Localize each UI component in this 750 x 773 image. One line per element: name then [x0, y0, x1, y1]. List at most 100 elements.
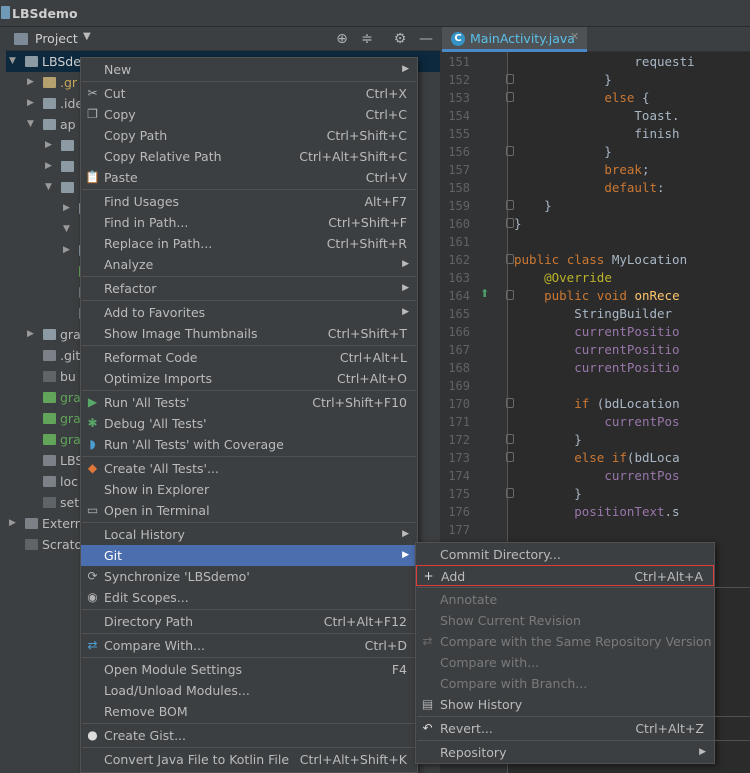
menu-item-compare-with-the-same-repository-version[interactable]: ⇄ Compare with the Same Repository Versio…: [416, 631, 714, 652]
menu-item-add-to-favorites[interactable]: Add to Favorites ▶: [81, 302, 417, 323]
code-line: }: [514, 216, 522, 231]
fold-marker-icon[interactable]: [506, 434, 514, 444]
collapsed-arrow-icon[interactable]: ▶: [45, 156, 52, 177]
fold-marker-icon[interactable]: [506, 200, 514, 210]
fold-marker-icon[interactable]: [506, 398, 514, 408]
chevron-down-icon[interactable]: ▼: [83, 31, 91, 42]
code-line: }: [514, 144, 612, 159]
menu-item-label: Show Image Thumbnails: [104, 326, 258, 341]
menu-item-add[interactable]: + Add Ctrl+Alt+A: [416, 565, 714, 586]
project-view-selector[interactable]: Project: [35, 31, 78, 46]
menu-item-run-all-tests-with-coverage[interactable]: ◗ Run 'All Tests' with Coverage: [81, 434, 417, 455]
code-line: }: [514, 198, 552, 213]
locate-icon[interactable]: ⊕: [332, 29, 352, 49]
menu-item-refactor[interactable]: Refactor ▶: [81, 278, 417, 299]
menu-separator: [82, 300, 416, 301]
fold-marker-icon[interactable]: [506, 218, 514, 228]
menu-item-edit-scopes[interactable]: ◉ Edit Scopes...: [81, 587, 417, 608]
menu-item-reformat-code[interactable]: Reformat Code Ctrl+Alt+L: [81, 347, 417, 368]
menu-item-convert-java-file-to-kotlin-file[interactable]: Convert Java File to Kotlin File Ctrl+Alt…: [81, 749, 417, 770]
menu-item-cut[interactable]: ✂ Cut Ctrl+X: [81, 83, 417, 104]
code-line: currentPos: [604, 414, 680, 429]
menu-item-copy-path[interactable]: Copy Path Ctrl+Shift+C: [81, 125, 417, 146]
menu-item-repository[interactable]: Repository ▶: [416, 742, 714, 763]
folder-icon: [25, 56, 38, 67]
override-icon[interactable]: ⬆: [480, 287, 489, 300]
revert-icon: ↶: [422, 721, 433, 735]
fold-marker-icon[interactable]: [506, 146, 514, 156]
menu-item-create-all-tests[interactable]: ◆ Create 'All Tests'...: [81, 458, 417, 479]
fold-marker-icon[interactable]: [506, 452, 514, 462]
tab-label: MainActivity.java: [470, 31, 575, 46]
close-icon[interactable]: ✕: [570, 30, 579, 43]
line-number: 173: [448, 451, 470, 465]
menu-item-open-module-settings[interactable]: Open Module Settings F4: [81, 659, 417, 680]
menu-item-compare-with-branch[interactable]: Compare with Branch...: [416, 673, 714, 694]
file-icon: [43, 392, 56, 403]
menu-item-remove-bom[interactable]: Remove BOM: [81, 701, 417, 722]
menu-item-show-history[interactable]: ▤ Show History: [416, 694, 714, 715]
compare-icon: ⇄: [422, 634, 433, 648]
menu-item-shortcut: Ctrl+Alt+F12: [323, 614, 407, 629]
plus-icon: +: [423, 569, 434, 583]
collapsed-arrow-icon[interactable]: ▶: [63, 198, 70, 219]
menu-item-show-in-explorer[interactable]: Show in Explorer: [81, 479, 417, 500]
menu-item-directory-path[interactable]: Directory Path Ctrl+Alt+F12: [81, 611, 417, 632]
menu-item-label: Optimize Imports: [104, 371, 213, 386]
fold-marker-icon[interactable]: [506, 92, 514, 102]
menu-item-label: Open Module Settings: [104, 662, 243, 677]
menu-item-load-unload-modules[interactable]: Load/Unload Modules...: [81, 680, 417, 701]
menu-item-git[interactable]: Git ▶: [81, 545, 417, 566]
menu-item-label: Copy: [104, 107, 136, 122]
collapsed-arrow-icon[interactable]: ▶: [63, 240, 70, 261]
menu-item-label: Convert Java File to Kotlin File: [104, 752, 290, 767]
menu-item-label: Show History: [440, 697, 523, 712]
hide-panel-icon[interactable]: —: [416, 29, 436, 49]
collapsed-arrow-icon[interactable]: ▶: [27, 72, 34, 93]
module-folder-icon: [43, 119, 56, 130]
menu-item-run-all-tests[interactable]: ▶ Run 'All Tests' Ctrl+Shift+F10: [81, 392, 417, 413]
fold-marker-icon[interactable]: [506, 254, 514, 264]
menu-item-local-history[interactable]: Local History ▶: [81, 524, 417, 545]
fold-marker-icon[interactable]: [506, 488, 514, 498]
expanded-arrow-icon[interactable]: ▼: [45, 177, 52, 198]
menu-item-new[interactable]: New ▶: [81, 59, 417, 80]
menu-item-show-current-revision[interactable]: Show Current Revision: [416, 610, 714, 631]
expanded-arrow-icon[interactable]: ▼: [63, 219, 70, 240]
git-submenu: Commit Directory... + Add Ctrl+Alt+A Annotat…: [415, 542, 750, 764]
menu-item-show-image-thumbnails[interactable]: Show Image Thumbnails Ctrl+Shift+T: [81, 323, 417, 344]
menu-item-copy[interactable]: ❐ Copy Ctrl+C: [81, 104, 417, 125]
menu-item-replace-in-path[interactable]: Replace in Path... Ctrl+Shift+R: [81, 233, 417, 254]
menu-item-synchronize-lbsdemo[interactable]: ⟳ Synchronize 'LBSdemo': [81, 566, 417, 587]
menu-item-label: Compare with the Same Repository Version: [440, 634, 712, 649]
menu-separator: [82, 723, 416, 724]
menu-item-paste[interactable]: 📋 Paste Ctrl+V: [81, 167, 417, 188]
menu-item-debug-all-tests[interactable]: ✱ Debug 'All Tests': [81, 413, 417, 434]
menu-item-compare-with[interactable]: Compare with...: [416, 652, 714, 673]
line-number: 176: [448, 505, 470, 519]
menu-item-find-usages[interactable]: Find Usages Alt+F7: [81, 191, 417, 212]
menu-item-analyze[interactable]: Analyze ▶: [81, 254, 417, 275]
expanded-arrow-icon[interactable]: ▼: [27, 114, 34, 135]
menu-item-compare-with[interactable]: ⇄ Compare With... Ctrl+D: [81, 635, 417, 656]
gear-icon[interactable]: ⚙: [390, 29, 410, 49]
menu-item-find-in-path[interactable]: Find in Path... Ctrl+Shift+F: [81, 212, 417, 233]
collapsed-arrow-icon[interactable]: ▶: [9, 513, 16, 534]
menu-item-shortcut: F4: [391, 662, 407, 677]
menu-item-create-gist[interactable]: ● Create Gist...: [81, 725, 417, 746]
collapsed-arrow-icon[interactable]: ▶: [27, 93, 34, 114]
java-class-icon: C: [451, 32, 465, 46]
collapsed-arrow-icon[interactable]: ▶: [27, 324, 34, 345]
collapse-all-icon[interactable]: ≑: [357, 29, 377, 49]
menu-item-open-in-terminal[interactable]: ▭ Open in Terminal: [81, 500, 417, 521]
menu-item-copy-relative-path[interactable]: Copy Relative Path Ctrl+Alt+Shift+C: [81, 146, 417, 167]
menu-item-commit-directory[interactable]: Commit Directory...: [416, 544, 714, 565]
fold-marker-icon[interactable]: [506, 290, 514, 300]
expanded-arrow-icon[interactable]: ▼: [9, 51, 16, 72]
tab-main-activity[interactable]: C MainActivity.java ✕: [442, 27, 587, 52]
menu-item-optimize-imports[interactable]: Optimize Imports Ctrl+Alt+O: [81, 368, 417, 389]
menu-item-annotate[interactable]: Annotate: [416, 589, 714, 610]
fold-marker-icon[interactable]: [506, 74, 514, 84]
menu-item-revert[interactable]: ↶ Revert... Ctrl+Alt+Z: [416, 718, 714, 739]
collapsed-arrow-icon[interactable]: ▶: [45, 135, 52, 156]
